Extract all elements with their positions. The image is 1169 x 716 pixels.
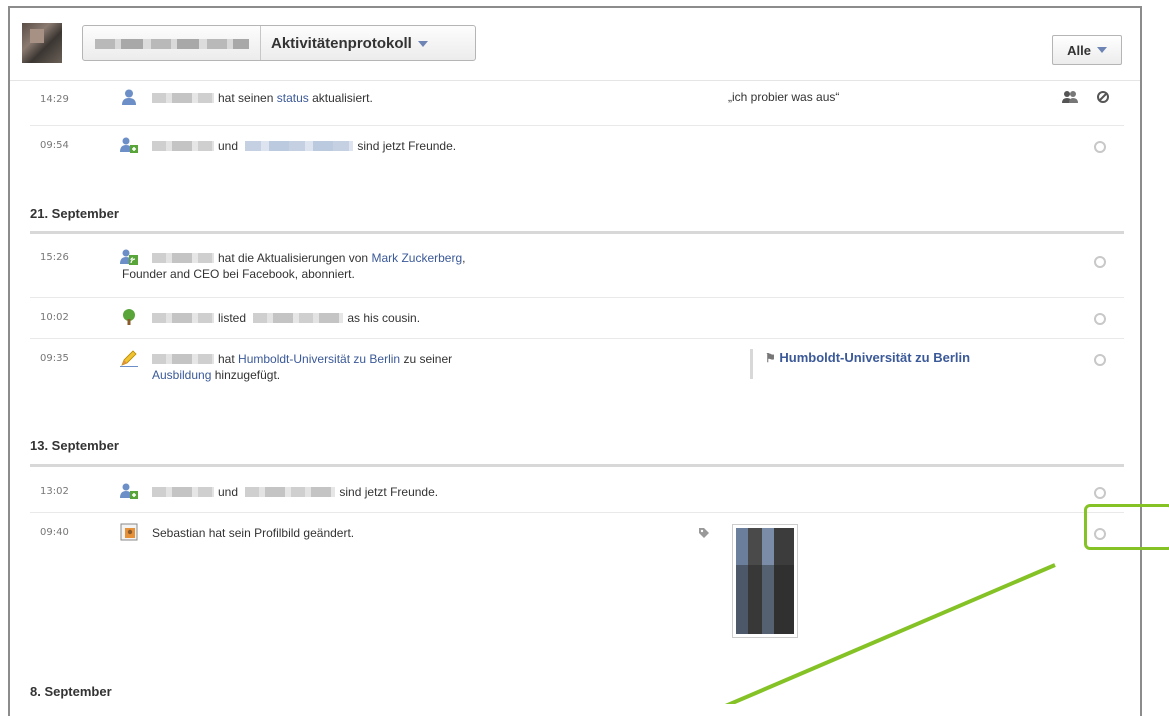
annotation-arrow bbox=[724, 563, 1056, 704]
